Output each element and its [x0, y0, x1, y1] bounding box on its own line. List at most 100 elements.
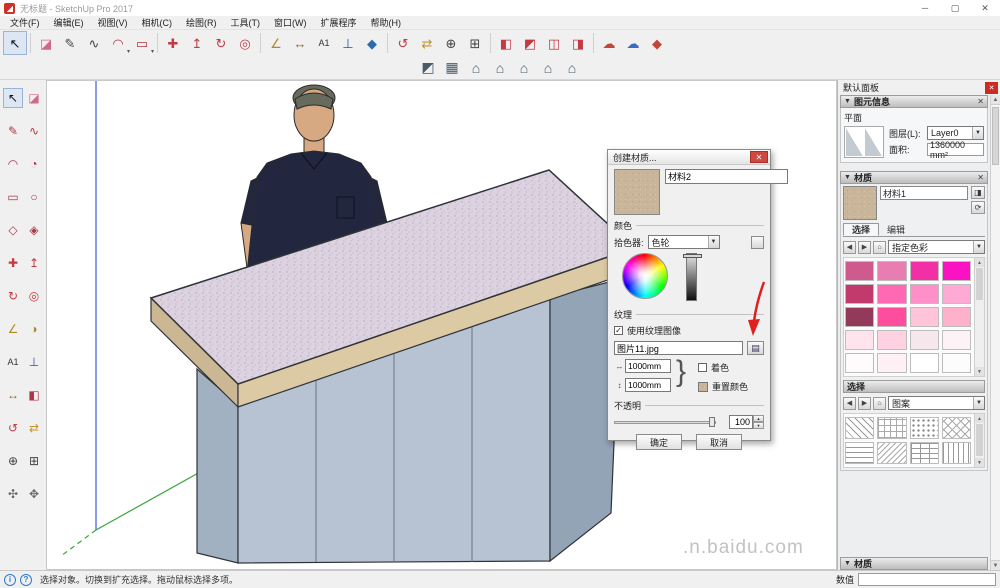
color-swatch[interactable]	[942, 284, 971, 304]
back-arrow-icon[interactable]: ◀	[843, 241, 856, 254]
eraser-tool-button[interactable]: ◪	[34, 31, 58, 55]
color-swatch[interactable]	[877, 261, 906, 281]
section-fill-tool-button[interactable]: ◩	[518, 31, 542, 55]
move-tool-button[interactable]: ✚	[3, 253, 23, 273]
offset-tool-button[interactable]: ◎	[233, 31, 257, 55]
forward-arrow-icon[interactable]: ▶	[858, 241, 871, 254]
color-wheel[interactable]	[622, 253, 668, 299]
scrollbar-thumb[interactable]	[976, 424, 983, 456]
extension-warehouse-tool-button[interactable]: ☁	[621, 31, 645, 55]
material-category-dropdown[interactable]: 指定色彩 ▼	[888, 240, 985, 254]
tray-close-button[interactable]: ✕	[985, 82, 998, 94]
opacity-down-button[interactable]: ▼	[753, 422, 764, 429]
color-swatch[interactable]	[877, 307, 906, 327]
menu-item-6[interactable]: 工具(T)	[224, 16, 268, 30]
reset-color-chip[interactable]	[698, 382, 708, 392]
screen-picker-button[interactable]	[751, 236, 764, 249]
arc-tool-button[interactable]: ◠▾	[106, 31, 130, 55]
materials-close-icon[interactable]: ✕	[977, 173, 984, 182]
zoom-extents-tool-button[interactable]: ⊞	[24, 451, 44, 471]
tab-edit[interactable]: 编辑	[879, 223, 913, 236]
view-front-button[interactable]: ⌂	[464, 57, 488, 79]
menu-item-5[interactable]: 绘图(R)	[179, 16, 224, 30]
colorize-checkbox[interactable]	[698, 363, 707, 372]
entity-info-header[interactable]: ▼ 图元信息 ✕	[840, 95, 988, 108]
freehand-tool-button[interactable]: ∿	[82, 31, 106, 55]
section-plane-tool-button[interactable]: ◧	[24, 385, 44, 405]
value-slider-handle[interactable]	[683, 254, 702, 258]
cancel-button[interactable]: 取消	[696, 434, 742, 450]
freehand-tool-button[interactable]: ∿	[24, 121, 44, 141]
walk-tool-button[interactable]: ✣	[3, 484, 23, 504]
rectangle-tool-button[interactable]: ▭	[3, 187, 23, 207]
drawing-viewport[interactable]: .n.baidu.com 创建材质... ✕ 颜色 拾色器: 色轮 ▼	[46, 80, 837, 570]
pattern-swatch[interactable]	[845, 442, 874, 464]
view-back-button[interactable]: ⌂	[512, 57, 536, 79]
material-name-input[interactable]	[665, 169, 788, 184]
forward-arrow-icon[interactable]: ▶	[858, 397, 871, 410]
color-swatch[interactable]	[910, 353, 939, 373]
pattern-swatch[interactable]	[942, 417, 971, 439]
minimize-button[interactable]: ─	[910, 0, 940, 16]
in-model-icon[interactable]: ⌂	[873, 397, 886, 410]
view-iso-button[interactable]: ◩	[416, 57, 440, 79]
orbit-tool-button[interactable]: ↺	[3, 418, 23, 438]
select-section-header[interactable]: 选择	[843, 380, 985, 393]
entity-info-close-icon[interactable]: ✕	[977, 97, 984, 106]
text-tool-button[interactable]: A1	[3, 352, 23, 372]
zoom-tool-button[interactable]: ⊕	[439, 31, 463, 55]
view-top-button[interactable]: ▦	[440, 57, 464, 79]
offset-tool-button[interactable]: ◎	[24, 286, 44, 306]
browse-texture-button[interactable]: ▤	[747, 341, 764, 355]
view-left-button[interactable]: ⌂	[536, 57, 560, 79]
picker-dropdown[interactable]: 色轮 ▼	[648, 235, 720, 249]
tape-measure-tool-button[interactable]: ∠	[3, 319, 23, 339]
section-display-tool-button[interactable]: ◫	[542, 31, 566, 55]
view-bottom-button[interactable]: ⌂	[560, 57, 584, 79]
dropdown-caret-icon[interactable]: ▾	[151, 49, 154, 55]
section-plane-tool-button[interactable]: ◧	[494, 31, 518, 55]
materials-header[interactable]: ▼ 材质 ✕	[840, 171, 988, 184]
protractor-tool-button[interactable]: ◑	[24, 319, 44, 339]
menu-item-8[interactable]: 扩展程序	[314, 16, 364, 30]
use-texture-checkbox[interactable]: ✓	[614, 326, 623, 335]
scroll-up-icon[interactable]: ▲	[975, 414, 984, 423]
pie-tool-button[interactable]: ◔	[24, 154, 44, 174]
line-tool-button[interactable]: ✎	[3, 121, 23, 141]
pushpull-tool-button[interactable]: ↥	[24, 253, 44, 273]
ok-button[interactable]: 确定	[636, 434, 682, 450]
geolocation-icon[interactable]: i	[4, 574, 16, 586]
menu-item-1[interactable]: 文件(F)	[3, 16, 47, 30]
pattern-swatch[interactable]	[845, 417, 874, 439]
dialog-close-button[interactable]: ✕	[750, 151, 768, 163]
section-cut-tool-button[interactable]: ◨	[566, 31, 590, 55]
text-tool-button[interactable]: A1	[312, 31, 336, 55]
pattern-scrollbar[interactable]: ▲ ▼	[974, 414, 984, 467]
arc-tool-button[interactable]: ◠	[3, 154, 23, 174]
pattern-swatch[interactable]	[942, 442, 971, 464]
scroll-down-icon[interactable]: ▼	[975, 458, 984, 467]
help-icon[interactable]: ?	[20, 574, 32, 586]
eraser-tool-button[interactable]: ◪	[24, 88, 44, 108]
pushpull-tool-button[interactable]: ↥	[185, 31, 209, 55]
tray-scrollbar[interactable]: ▲ ▼	[990, 95, 1000, 570]
close-button[interactable]: ✕	[970, 0, 1000, 16]
orbit-tool-button[interactable]: ↺	[391, 31, 415, 55]
counter-model[interactable]	[151, 170, 634, 563]
view-right-button[interactable]: ⌂	[488, 57, 512, 79]
scroll-up-icon[interactable]: ▲	[975, 258, 984, 267]
dialog-title-bar[interactable]: 创建材质... ✕	[608, 150, 770, 165]
active-material-thumbnail[interactable]	[843, 186, 877, 220]
value-slider[interactable]	[686, 253, 697, 301]
warehouse-tool-button[interactable]: ◆	[645, 31, 669, 55]
reset-color-label[interactable]: 重置颜色	[712, 380, 748, 393]
menu-item-4[interactable]: 相机(C)	[135, 16, 180, 30]
pattern-swatch[interactable]	[877, 442, 906, 464]
scrollbar-thumb[interactable]	[992, 107, 999, 165]
opacity-input[interactable]	[729, 415, 753, 429]
layer-dropdown[interactable]: Layer0 ▼	[927, 126, 984, 140]
zoom-tool-button[interactable]: ⊕	[3, 451, 23, 471]
opacity-up-button[interactable]: ▲	[753, 415, 764, 422]
pattern-swatch[interactable]	[910, 442, 939, 464]
create-material-button[interactable]: ⟳	[971, 201, 985, 214]
